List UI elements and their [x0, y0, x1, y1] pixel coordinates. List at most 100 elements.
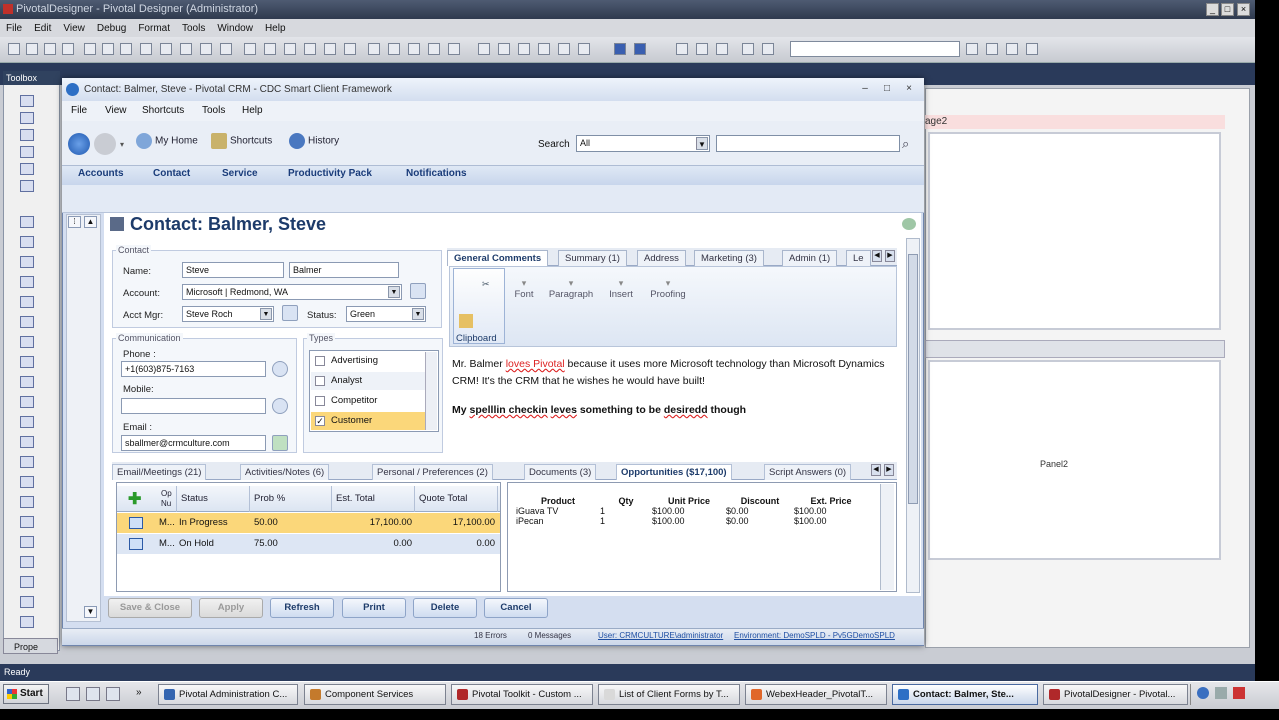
mobile-dial-icon[interactable]: [272, 398, 288, 414]
toolbox-item[interactable]: [20, 180, 34, 192]
environment-status[interactable]: Environment: DemoSPLD - Pv5GDemoSPLD: [734, 631, 895, 640]
history-button[interactable]: History: [289, 133, 339, 150]
save-icon[interactable]: [614, 43, 626, 55]
copy-icon[interactable]: [696, 43, 708, 55]
tab-script-answers[interactable]: Script Answers (0): [764, 464, 852, 480]
taskbar-item[interactable]: Pivotal Toolkit - Custom ...: [451, 684, 593, 705]
toolbar-icon[interactable]: [1006, 43, 1018, 55]
toolbar-icon[interactable]: [578, 43, 590, 55]
toolbar-icon[interactable]: [986, 43, 998, 55]
quicklaunch-icon[interactable]: [66, 687, 80, 701]
print-button[interactable]: Print: [342, 598, 406, 618]
taskbar-item[interactable]: Contact: Balmer, Ste...: [892, 684, 1038, 705]
toolbox-item[interactable]: [20, 112, 34, 124]
toolbar-icon[interactable]: [558, 43, 570, 55]
tab-contact[interactable]: Contact: [153, 168, 190, 179]
toolbar-icon[interactable]: [388, 43, 400, 55]
grid-col-op-nu[interactable]: Op Nu: [157, 486, 177, 512]
forward-arrow-icon[interactable]: [94, 133, 116, 155]
grid-col-status[interactable]: Status: [177, 486, 250, 512]
toolbox-item[interactable]: [20, 146, 34, 158]
minimize-button[interactable]: _: [1206, 3, 1219, 16]
panel1[interactable]: [928, 132, 1221, 330]
volume-icon[interactable]: [1215, 687, 1227, 699]
checkbox[interactable]: [315, 396, 325, 406]
toolbox-item[interactable]: [20, 496, 34, 508]
toolbox-item[interactable]: [20, 216, 34, 228]
menu-tools[interactable]: Tools: [202, 101, 225, 121]
toolbar-icon[interactable]: [368, 43, 380, 55]
history-dropdown-icon[interactable]: ▾: [120, 140, 124, 149]
table-row[interactable]: iGuava TV 1 $100.00 $0.00 $100.00: [516, 506, 868, 516]
toolbar-icon[interactable]: [518, 43, 530, 55]
tab-scroll-left-icon[interactable]: ◀: [871, 464, 881, 476]
toolbox-item[interactable]: [20, 356, 34, 368]
shortcuts-button[interactable]: Shortcuts: [211, 133, 272, 150]
toolbox-item[interactable]: [20, 276, 34, 288]
grid-col-est-total[interactable]: Est. Total: [332, 486, 415, 512]
undo-icon[interactable]: [742, 43, 754, 55]
quicklaunch-icon[interactable]: [86, 687, 100, 701]
toolbox-item[interactable]: [20, 596, 34, 608]
search-input[interactable]: [716, 135, 900, 152]
tab-email-meetings[interactable]: Email/Meetings (21): [112, 464, 207, 480]
strip-pin-button[interactable]: ⁞: [68, 216, 81, 228]
tab-productivity-pack[interactable]: Productivity Pack: [288, 168, 372, 179]
checkbox[interactable]: [315, 376, 325, 386]
cut-icon[interactable]: [676, 43, 688, 55]
taskbar-item[interactable]: Component Services: [304, 684, 446, 705]
checkbox[interactable]: [315, 356, 325, 366]
paste-icon[interactable]: [716, 43, 728, 55]
menu-tools[interactable]: Tools: [182, 23, 205, 34]
menu-help[interactable]: Help: [242, 101, 263, 121]
user-status[interactable]: User: CRMCULTURE\administrator: [598, 631, 723, 640]
open-record-icon[interactable]: [129, 538, 143, 550]
phone-dial-icon[interactable]: [272, 361, 288, 377]
products-scrollbar[interactable]: [880, 484, 894, 590]
apply-button[interactable]: Apply: [199, 598, 263, 618]
acct-mgr-lookup-icon[interactable]: [282, 305, 298, 321]
toolbar-icon[interactable]: [324, 43, 336, 55]
tab-service[interactable]: Service: [222, 168, 258, 179]
type-advertising[interactable]: Advertising: [311, 352, 425, 370]
toolbox-item[interactable]: [20, 516, 34, 528]
proofing-group[interactable]: ▾ Proofing: [633, 278, 703, 300]
tab-more[interactable]: Le: [846, 250, 871, 266]
toolbar-icon[interactable]: [244, 43, 256, 55]
window-maximize-button[interactable]: □: [880, 83, 894, 95]
toolbox-item[interactable]: [20, 536, 34, 548]
toolbar-icon[interactable]: [428, 43, 440, 55]
toolbox-item[interactable]: [20, 476, 34, 488]
toolbar-icon[interactable]: [448, 43, 460, 55]
security-icon[interactable]: [1233, 687, 1245, 699]
maximize-button[interactable]: □: [1221, 3, 1234, 16]
types-scrollbar[interactable]: [425, 352, 437, 430]
delete-button[interactable]: Delete: [413, 598, 477, 618]
toolbar-icon[interactable]: [220, 43, 232, 55]
email-field[interactable]: sballmer@crmculture.com: [121, 435, 266, 451]
tab-scroll-left-icon[interactable]: ◀: [872, 250, 882, 262]
tab-accounts[interactable]: Accounts: [78, 168, 124, 179]
acct-mgr-field[interactable]: Steve Roch ▼: [182, 306, 274, 322]
network-icon[interactable]: [1197, 687, 1209, 699]
panel2[interactable]: [928, 360, 1221, 560]
toolbar-icon[interactable]: [120, 43, 132, 55]
toolbar-icon[interactable]: [200, 43, 212, 55]
account-lookup-icon[interactable]: [410, 283, 426, 299]
first-name-field[interactable]: Steve: [182, 262, 284, 278]
toolbar-icon[interactable]: [26, 43, 38, 55]
toolbox-item[interactable]: [20, 416, 34, 428]
menu-file[interactable]: File: [71, 101, 87, 121]
taskbar-item[interactable]: PivotalDesigner - Pivotal...: [1043, 684, 1188, 705]
toolbar-icon[interactable]: [180, 43, 192, 55]
tab-admin[interactable]: Admin (1): [782, 250, 838, 266]
email-send-icon[interactable]: [272, 435, 288, 451]
toolbar-icon[interactable]: [8, 43, 20, 55]
checkbox-checked[interactable]: ✓: [315, 416, 325, 426]
add-icon[interactable]: ✚: [128, 489, 141, 509]
save-close-button[interactable]: Save & Close: [108, 598, 192, 618]
toolbar-icon[interactable]: [304, 43, 316, 55]
grid-col-prob[interactable]: Prob %: [250, 486, 332, 512]
tab-general-comments[interactable]: General Comments: [447, 250, 549, 266]
refresh-form-icon[interactable]: [902, 218, 916, 230]
